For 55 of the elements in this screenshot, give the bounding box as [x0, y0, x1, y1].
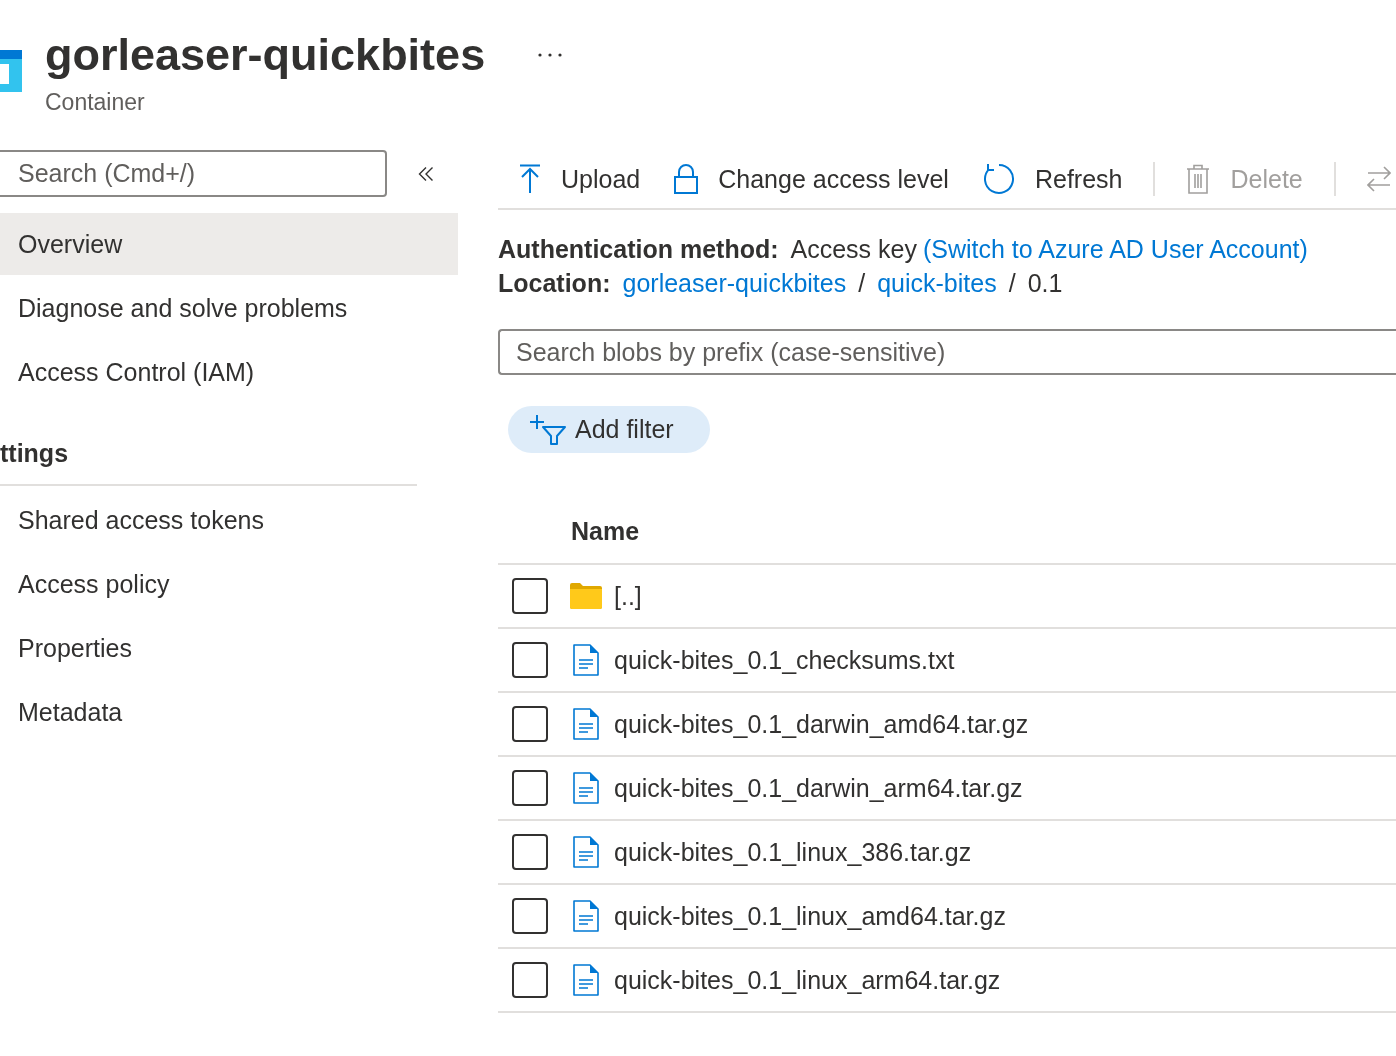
add-filter-button[interactable]: Add filter: [508, 406, 710, 453]
folder-icon: [570, 583, 602, 609]
file-icon: [573, 836, 599, 868]
upload-icon: [519, 164, 541, 194]
row-checkbox[interactable]: [512, 770, 548, 806]
row-checkbox[interactable]: [512, 834, 548, 870]
file-icon: [573, 644, 599, 676]
path-separator: /: [858, 269, 866, 297]
refresh-button[interactable]: Refresh: [965, 150, 1140, 208]
path-separator: /: [1008, 269, 1016, 297]
nav-item[interactable]: Access policy: [0, 553, 458, 615]
trash-icon: [1186, 164, 1211, 194]
location-label: Location:: [498, 269, 611, 297]
blob-name[interactable]: quick-bites_0.1_linux_amd64.tar.gz: [614, 901, 1006, 931]
row-checkbox[interactable]: [512, 706, 548, 742]
blob-search-field[interactable]: Search blobs by prefix (case-sensitive): [498, 329, 1396, 375]
row-checkbox[interactable]: [512, 642, 548, 678]
blob-name[interactable]: quick-bites_0.1_checksums.txt: [614, 645, 955, 675]
row-checkbox[interactable]: [512, 578, 548, 614]
nav-item[interactable]: Metadata: [0, 681, 458, 743]
auth-label: Authentication method:: [498, 235, 779, 263]
auth-value: Access key: [790, 235, 917, 263]
row-checkbox[interactable]: [512, 898, 548, 934]
blob-name[interactable]: quick-bites_0.1_linux_arm64.tar.gz: [614, 965, 1001, 995]
section-heading: ttings: [0, 438, 69, 469]
folder-name-text: 0.1: [1027, 269, 1063, 297]
swap-arrows-icon: [1366, 166, 1391, 192]
change-access-button[interactable]: Change access level: [657, 150, 966, 208]
file-icon: [573, 772, 599, 804]
page-title: gorleaser-quickbites: [45, 28, 486, 82]
lock-icon: [674, 164, 699, 194]
nav-item[interactable]: Diagnose and solve problems: [0, 277, 458, 339]
add-filter-icon: [530, 414, 566, 445]
row-checkbox[interactable]: [512, 962, 548, 998]
upload-button[interactable]: Upload: [502, 150, 658, 208]
file-icon: [573, 900, 599, 932]
blob-name[interactable]: [..]: [614, 581, 642, 611]
blob-name[interactable]: quick-bites_0.1_darwin_arm64.tar.gz: [614, 773, 1023, 803]
file-icon: [573, 964, 599, 996]
location-link[interactable]: quick-bites: [877, 269, 997, 297]
location-link[interactable]: gorleaser-quickbites: [622, 269, 847, 297]
file-icon: [573, 708, 599, 740]
nav-item[interactable]: Properties: [0, 617, 458, 679]
collapse-icon[interactable]: [418, 165, 434, 182]
nav-item[interactable]: Access Control (IAM): [0, 341, 458, 403]
column-header[interactable]: Name: [571, 517, 640, 546]
switch-account-link[interactable]: (Switch to Azure AD User Account): [922, 235, 1308, 263]
blob-name[interactable]: quick-bites_0.1_darwin_amd64.tar.gz: [614, 709, 1029, 739]
page-subtitle: Container: [45, 88, 145, 116]
blob-name[interactable]: quick-bites_0.1_linux_386.tar.gz: [614, 837, 972, 867]
search-field[interactable]: Search (Cmd+/): [0, 150, 387, 197]
more-icon[interactable]: [538, 53, 563, 57]
nav-item[interactable]: Overview: [0, 213, 458, 275]
refresh-icon: [982, 163, 1015, 195]
nav-item[interactable]: Shared access tokens: [0, 489, 458, 551]
